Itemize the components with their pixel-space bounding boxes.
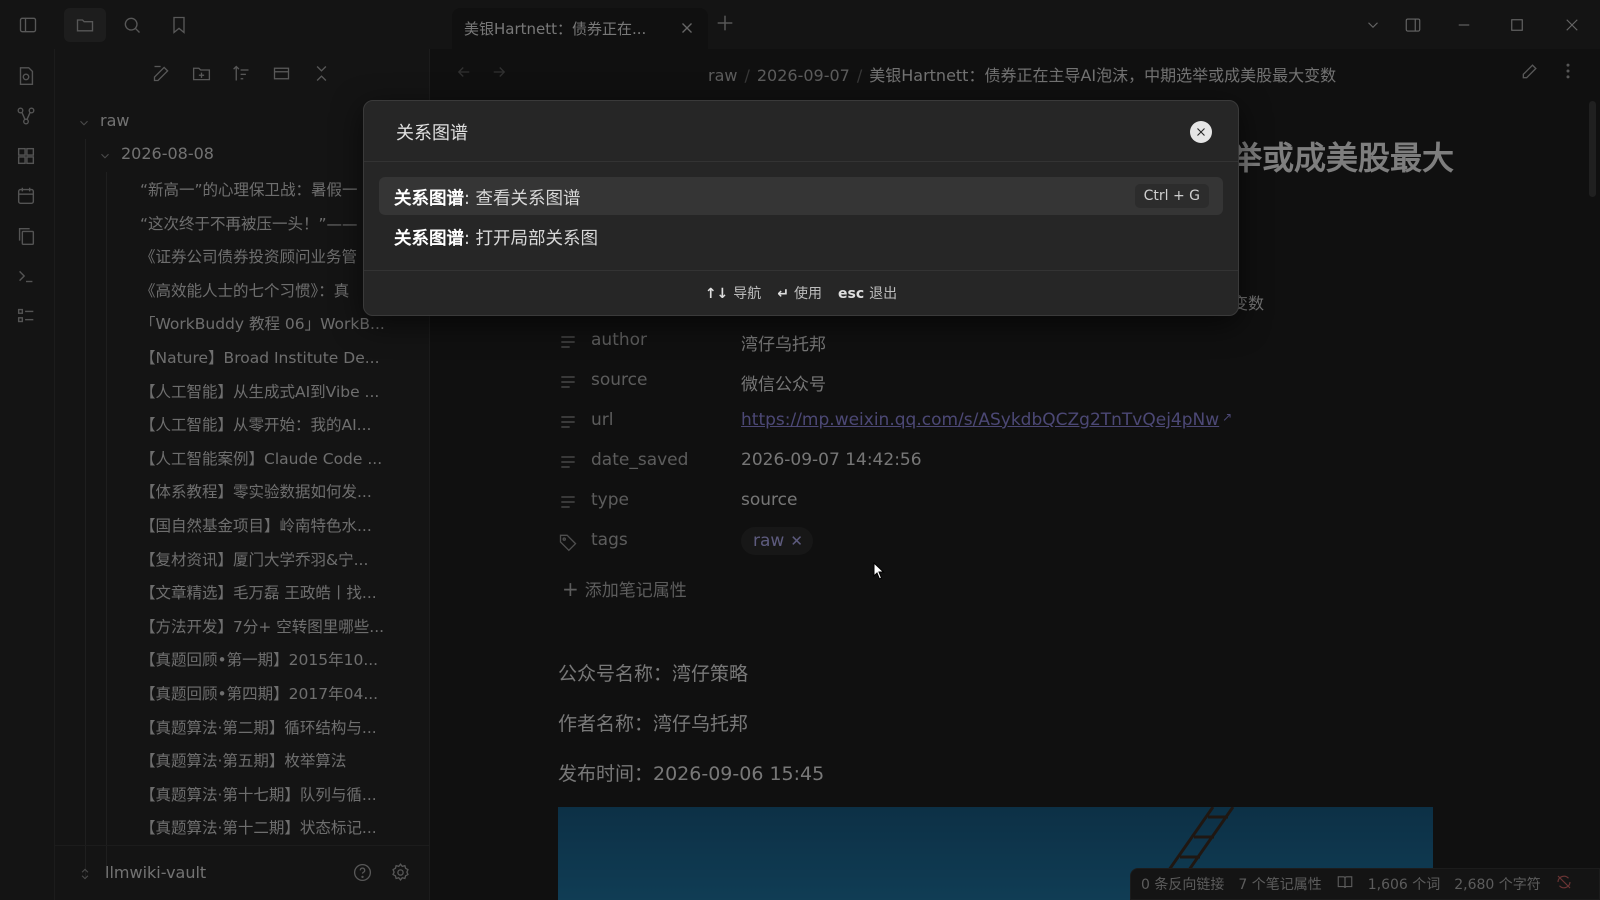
hotkey-badge: Ctrl + G	[1134, 184, 1209, 208]
match-highlight: 关系图谱	[394, 229, 464, 249]
mouse-cursor-icon	[873, 562, 885, 580]
suggestion-label: 关系图谱: 查看关系图谱	[394, 185, 580, 210]
suggestion-rest: : 查看关系图谱	[464, 189, 581, 209]
suggestion-item[interactable]: 关系图谱: 打开局部关系图	[379, 217, 1223, 255]
instruction-dismiss: esc 退出	[838, 286, 898, 302]
suggestion-label: 关系图谱: 打开局部关系图	[394, 225, 598, 250]
clear-icon[interactable]	[1190, 121, 1212, 143]
palette-instructions: ↑↓ 导航 ↵ 使用 esc 退出	[364, 270, 1238, 315]
palette-input-area	[364, 101, 1238, 162]
suggestion-item[interactable]: 关系图谱: 查看关系图谱 Ctrl + G	[379, 177, 1223, 215]
instruction-use: ↵ 使用	[777, 286, 823, 302]
instruction-navigate: ↑↓ 导航	[704, 286, 762, 302]
match-highlight: 关系图谱	[394, 189, 464, 209]
suggestion-rest: : 打开局部关系图	[464, 229, 598, 249]
command-search-input[interactable]	[394, 115, 1158, 149]
command-palette: 关系图谱: 查看关系图谱 Ctrl + G 关系图谱: 打开局部关系图 ↑↓导航…	[363, 100, 1239, 316]
